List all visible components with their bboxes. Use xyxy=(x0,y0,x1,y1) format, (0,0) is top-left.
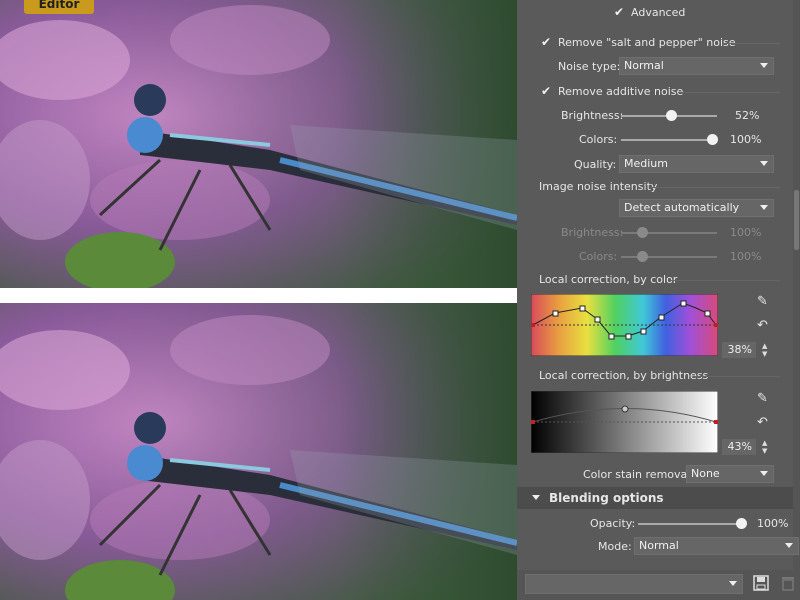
preview-before xyxy=(0,0,517,292)
spin-up-icon[interactable]: ▲ xyxy=(762,440,767,447)
salt-pepper-label: Remove "salt and pepper" noise xyxy=(558,36,736,49)
split-divider xyxy=(0,288,517,303)
quality-value: Medium xyxy=(624,157,668,170)
brightness-disabled-knob xyxy=(637,227,648,238)
blending-options-label: Blending options xyxy=(549,491,664,505)
color-stain-value: None xyxy=(691,467,720,480)
noise-type-dropdown[interactable]: Normal xyxy=(619,57,774,75)
reset-arrow-icon[interactable]: ↶ xyxy=(757,415,768,430)
editor-badge: Editor xyxy=(24,0,94,14)
chevron-down-icon xyxy=(760,63,768,68)
opacity-value: 100% xyxy=(757,517,789,530)
colors-disabled-label: Colors: xyxy=(579,250,618,263)
panel-footer xyxy=(517,570,800,600)
panel-scrollbar[interactable] xyxy=(793,0,800,600)
save-icon[interactable] xyxy=(753,575,769,591)
colors-disabled-value: 100% xyxy=(730,250,762,263)
section-divider xyxy=(693,376,780,377)
preview-after xyxy=(0,303,517,600)
additive-noise-label: Remove additive noise xyxy=(558,85,684,98)
photo-preview[interactable]: Editor xyxy=(0,0,517,600)
brightness-slider-knob[interactable] xyxy=(666,110,677,121)
noise-intensity-label: Image noise intensity xyxy=(539,180,658,193)
section-divider xyxy=(670,280,780,281)
colors-disabled-knob xyxy=(637,251,648,262)
brightness-label: Brightness: xyxy=(561,109,624,122)
reset-arrow-icon[interactable]: ↶ xyxy=(757,318,768,333)
quality-label: Quality: xyxy=(574,158,617,171)
opacity-slider[interactable] xyxy=(638,518,747,529)
scrollbar-thumb[interactable] xyxy=(794,190,799,250)
spin-down-icon[interactable]: ▼ xyxy=(762,351,767,358)
advanced-checkbox[interactable]: ✔ xyxy=(614,5,624,19)
salt-pepper-checkbox[interactable]: ✔ xyxy=(541,35,551,49)
chevron-down-icon xyxy=(760,161,768,166)
trash-icon[interactable] xyxy=(781,575,795,591)
mode-dropdown[interactable]: Normal xyxy=(634,537,799,555)
brightness-correction-value[interactable]: 43% xyxy=(722,439,756,455)
chevron-down-icon xyxy=(785,543,793,548)
section-divider xyxy=(650,187,780,188)
noise-type-label: Noise type: xyxy=(558,60,621,73)
chevron-down-icon xyxy=(760,205,768,210)
section-divider xyxy=(722,43,780,44)
local-brightness-label: Local correction, by brightness xyxy=(539,369,709,382)
quality-dropdown[interactable]: Medium xyxy=(619,155,774,173)
eyedropper-icon[interactable]: ✎ xyxy=(757,294,768,309)
colors-label: Colors: xyxy=(579,133,618,146)
brightness-disabled-slider xyxy=(621,227,717,238)
chevron-down-icon xyxy=(760,471,768,476)
local-color-label: Local correction, by color xyxy=(539,273,678,286)
brightness-curve-editor[interactable] xyxy=(531,391,718,453)
section-divider xyxy=(678,92,780,93)
color-stain-dropdown[interactable]: None xyxy=(686,465,774,483)
advanced-label: Advanced xyxy=(631,6,686,19)
color-stain-label: Color stain removal: xyxy=(583,468,695,481)
eyedropper-icon[interactable]: ✎ xyxy=(757,391,768,406)
noise-type-value: Normal xyxy=(624,59,664,72)
brightness-disabled-label: Brightness: xyxy=(561,226,624,239)
preset-dropdown[interactable] xyxy=(525,574,743,594)
noise-intensity-dropdown[interactable]: Detect automatically xyxy=(619,199,774,217)
noise-intensity-value: Detect automatically xyxy=(624,201,740,214)
brightness-slider[interactable] xyxy=(621,110,717,121)
blending-options-header[interactable]: Blending options xyxy=(517,487,793,509)
spin-down-icon[interactable]: ▼ xyxy=(762,448,767,455)
mode-label: Mode: xyxy=(598,540,632,553)
preview-image xyxy=(0,0,517,600)
mode-value: Normal xyxy=(639,539,679,552)
colors-disabled-slider xyxy=(621,251,717,262)
brightness-value: 52% xyxy=(735,109,760,122)
brightness-disabled-value: 100% xyxy=(730,226,762,239)
chevron-down-icon xyxy=(729,581,737,586)
opacity-label: Opacity: xyxy=(590,517,636,530)
colors-slider-knob[interactable] xyxy=(707,134,718,145)
collapse-triangle-icon xyxy=(532,495,540,500)
spin-up-icon[interactable]: ▲ xyxy=(762,343,767,350)
colors-slider[interactable] xyxy=(621,134,718,145)
color-correction-value[interactable]: 38% xyxy=(722,342,756,358)
colors-value: 100% xyxy=(730,133,762,146)
color-curve-editor[interactable] xyxy=(531,294,718,356)
opacity-slider-knob[interactable] xyxy=(736,518,747,529)
additive-noise-checkbox[interactable]: ✔ xyxy=(541,84,551,98)
